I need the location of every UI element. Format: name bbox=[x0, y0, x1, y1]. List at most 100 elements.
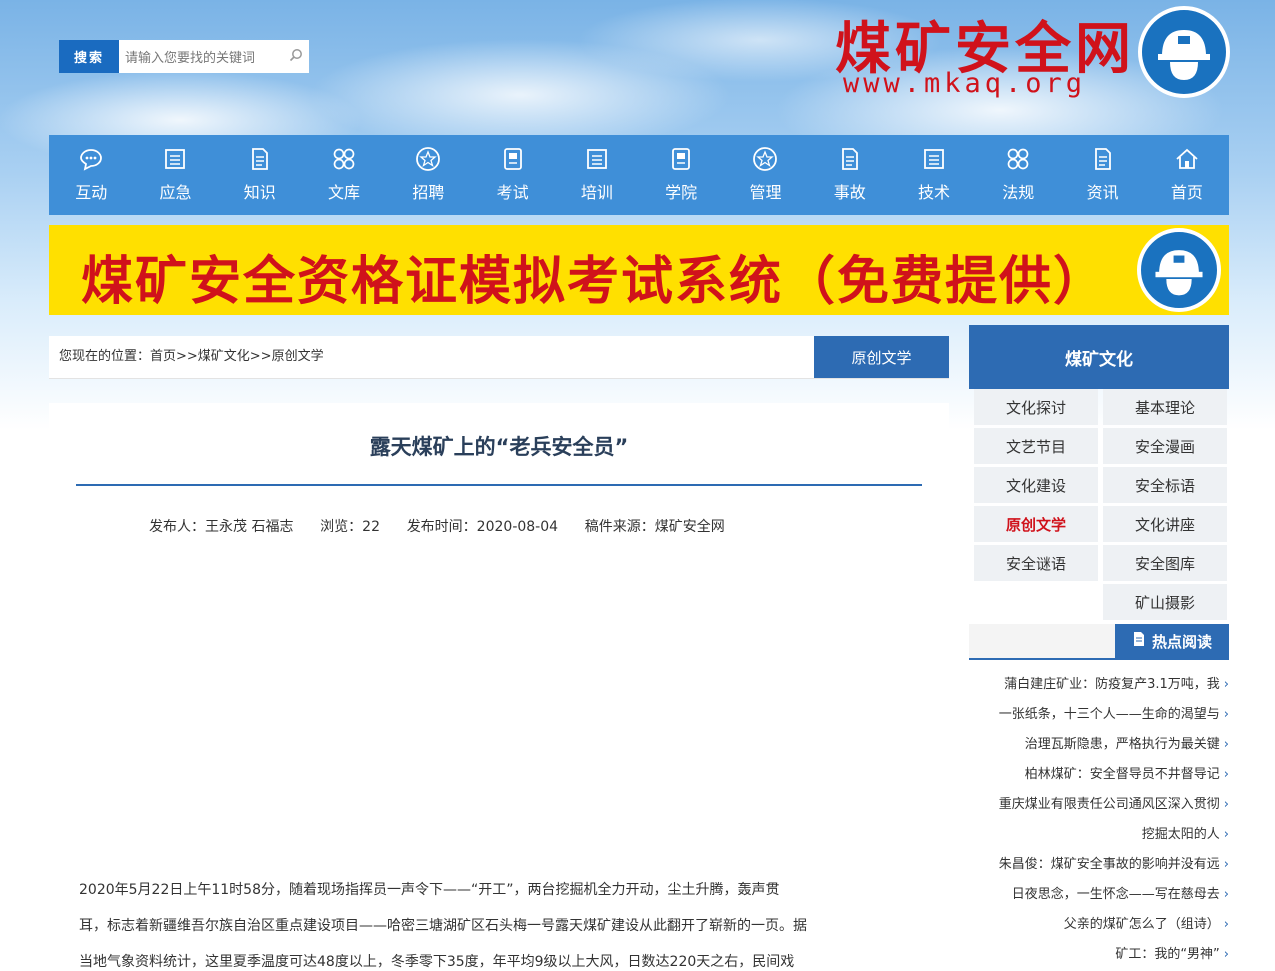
hot-reading-item[interactable]: 治理瓦斯隐患，严格执行为最关键 › bbox=[1025, 730, 1229, 760]
grid-icon bbox=[1005, 147, 1031, 171]
helmet-badge-icon bbox=[1137, 228, 1221, 312]
helmet-logo-icon bbox=[1138, 6, 1230, 98]
search-input[interactable]: 请输入您要找的关键词 bbox=[119, 40, 309, 73]
nav-item[interactable]: 法规 bbox=[976, 135, 1060, 215]
nav-item[interactable]: 应急 bbox=[133, 135, 217, 215]
hot-reading-item[interactable]: 重庆煤业有限责任公司通风区深入贯彻 › bbox=[999, 790, 1229, 820]
hot-reading-label: 热点阅读 bbox=[1151, 632, 1212, 651]
sidebar-category[interactable]: 安全谜语 bbox=[974, 545, 1098, 581]
nav-item-label: 学院 bbox=[665, 183, 698, 202]
title-divider bbox=[76, 484, 922, 486]
hot-reading-link[interactable]: 蒲白建庄矿业：防疫复产3.1万吨，我 bbox=[1004, 670, 1220, 700]
list-icon bbox=[921, 147, 947, 171]
grid-icon bbox=[331, 147, 357, 171]
book-icon bbox=[668, 147, 694, 171]
hot-reading-link[interactable]: 父亲的煤矿怎么了（组诗） bbox=[1064, 910, 1220, 940]
search-button[interactable]: 搜索 bbox=[59, 40, 119, 73]
nav-item[interactable]: 招聘 bbox=[386, 135, 470, 215]
chevron-right-icon: › bbox=[1223, 677, 1229, 692]
nav-item[interactable]: 资讯 bbox=[1060, 135, 1144, 215]
nav-item[interactable]: 互动 bbox=[49, 135, 133, 215]
chevron-right-icon: › bbox=[1223, 767, 1229, 782]
hot-reading-item[interactable]: 挖掘太阳的人 › bbox=[1142, 820, 1229, 850]
document-icon bbox=[1132, 631, 1146, 651]
nav-item[interactable]: 事故 bbox=[808, 135, 892, 215]
article-paragraph: 2020年5月22日上午11时58分，随着现场指挥员一声令下——“开工”，两台挖… bbox=[79, 882, 780, 898]
search-placeholder: 请输入您要找的关键词 bbox=[125, 51, 256, 66]
hot-reading-link[interactable]: 矿工：我的“男神” bbox=[1115, 940, 1219, 970]
star-circle-icon bbox=[752, 147, 778, 171]
star-circle-icon bbox=[415, 147, 441, 171]
sidebar-category[interactable]: 安全图库 bbox=[1103, 545, 1227, 581]
hot-reading-item[interactable]: 父亲的煤矿怎么了（组诗） › bbox=[1064, 910, 1229, 940]
hot-reading-item[interactable]: 柏林煤矿：安全督导员不井督导记 › bbox=[1025, 760, 1229, 790]
nav-item-label: 文库 bbox=[328, 183, 361, 202]
sidebar-category[interactable]: 文艺节目 bbox=[974, 428, 1098, 464]
home-icon bbox=[1174, 147, 1200, 171]
search-icon bbox=[289, 48, 303, 66]
article-title: 露天煤矿上的“老兵安全员” bbox=[369, 435, 629, 459]
nav-item-label: 技术 bbox=[918, 183, 951, 202]
nav-item[interactable]: 技术 bbox=[892, 135, 976, 215]
list-icon bbox=[584, 147, 610, 171]
nav-item[interactable]: 文库 bbox=[302, 135, 386, 215]
nav-item-label: 事故 bbox=[833, 183, 866, 202]
hot-reading-link[interactable]: 日夜思念，一生怀念——写在慈母去 bbox=[1012, 880, 1220, 910]
sidebar-category[interactable]: 安全标语 bbox=[1103, 467, 1227, 503]
hot-reading-link[interactable]: 挖掘太阳的人 bbox=[1142, 820, 1220, 850]
article-paragraph: 当地气象资料统计，这里夏季温度可达48度以上，冬季零下35度，年平均9级以上大风… bbox=[79, 954, 795, 970]
sidebar-category[interactable]: 原创文学 bbox=[974, 506, 1098, 542]
sidebar-category[interactable]: 基本理论 bbox=[1103, 389, 1227, 425]
nav-item-label: 招聘 bbox=[412, 183, 445, 202]
nav-item[interactable]: 管理 bbox=[723, 135, 807, 215]
nav-item-label: 资讯 bbox=[1086, 183, 1119, 202]
hot-reading-item[interactable]: 一张纸条，十三个人——生命的渴望与 › bbox=[999, 700, 1229, 730]
hot-reading-header: 热点阅读 bbox=[969, 624, 1229, 660]
exam-banner[interactable]: 煤矿安全资格证模拟考试系统（免费提供） bbox=[49, 225, 1229, 315]
sidebar-category[interactable]: 矿山摄影 bbox=[1103, 584, 1227, 620]
nav-item-label: 培训 bbox=[580, 183, 613, 202]
article-date: 发布时间：2020-08-04 bbox=[406, 519, 559, 535]
nav-item[interactable]: 培训 bbox=[555, 135, 639, 215]
nav-item-label: 首页 bbox=[1170, 183, 1203, 202]
logo-url: www.mkaq.org bbox=[843, 68, 1087, 99]
document-icon bbox=[1090, 147, 1116, 171]
sidebar-category[interactable]: 文化建设 bbox=[974, 467, 1098, 503]
breadcrumb[interactable]: 您现在的位置：首页>>煤矿文化>>原创文学 bbox=[59, 336, 324, 378]
hot-reading-item[interactable]: 蒲白建庄矿业：防疫复产3.1万吨，我 › bbox=[1004, 670, 1229, 700]
main-nav: 首页 资讯 法规 技术 事故 管理 学院 培训 考试 招聘 文库 知识 应急 互动 bbox=[49, 135, 1229, 215]
sidebar-category[interactable]: 文化讲座 bbox=[1103, 506, 1227, 542]
sidebar-category[interactable]: 文化探讨 bbox=[974, 389, 1098, 425]
chevron-right-icon: › bbox=[1223, 737, 1229, 752]
hot-reading-link[interactable]: 朱昌俊：煤矿安全事故的影响并没有远 bbox=[999, 850, 1220, 880]
hot-reading-item[interactable]: 矿工：我的“男神” › bbox=[1115, 940, 1229, 970]
hot-reading-item[interactable]: 朱昌俊：煤矿安全事故的影响并没有远 › bbox=[999, 850, 1229, 880]
document-icon bbox=[247, 147, 273, 171]
chevron-right-icon: › bbox=[1223, 947, 1229, 962]
hot-reading-link[interactable]: 柏林煤矿：安全督导员不井督导记 bbox=[1025, 760, 1220, 790]
sidebar-heading: 煤矿文化 bbox=[969, 325, 1229, 389]
breadcrumb-bar: 您现在的位置：首页>>煤矿文化>>原创文学 原创文学 bbox=[49, 336, 949, 379]
hot-reading-link[interactable]: 治理瓦斯隐患，严格执行为最关键 bbox=[1025, 730, 1220, 760]
article-publisher: 发布人：王永茂 石福志 bbox=[149, 519, 294, 535]
nav-item-label: 法规 bbox=[1002, 183, 1035, 202]
sidebar-category[interactable]: 安全漫画 bbox=[1103, 428, 1227, 464]
hot-reading-link[interactable]: 重庆煤业有限责任公司通风区深入贯彻 bbox=[999, 790, 1220, 820]
chevron-right-icon: › bbox=[1223, 917, 1229, 932]
nav-item[interactable]: 知识 bbox=[218, 135, 302, 215]
article-views: 浏览：22 bbox=[320, 519, 380, 535]
hot-reading-link[interactable]: 一张纸条，十三个人——生命的渴望与 bbox=[999, 700, 1220, 730]
nav-item[interactable]: 考试 bbox=[470, 135, 554, 215]
nav-item-label: 知识 bbox=[243, 183, 276, 202]
chevron-right-icon: › bbox=[1223, 827, 1229, 842]
article-source: 稿件来源：煤矿安全网 bbox=[584, 519, 725, 535]
nav-item-label: 考试 bbox=[496, 183, 529, 202]
nav-item[interactable]: 学院 bbox=[639, 135, 723, 215]
nav-item-label: 互动 bbox=[75, 183, 108, 202]
chat-icon bbox=[78, 147, 104, 171]
nav-item[interactable]: 首页 bbox=[1145, 135, 1229, 215]
hot-reading-item[interactable]: 日夜思念，一生怀念——写在慈母去 › bbox=[1012, 880, 1229, 910]
chevron-right-icon: › bbox=[1223, 797, 1229, 812]
site-logo[interactable]: 煤矿安全网 www.mkaq.org bbox=[835, 4, 1230, 119]
article-meta: 发布人：王永茂 石福志 浏览：22 发布时间：2020-08-04 稿件来源：煤… bbox=[149, 516, 725, 536]
